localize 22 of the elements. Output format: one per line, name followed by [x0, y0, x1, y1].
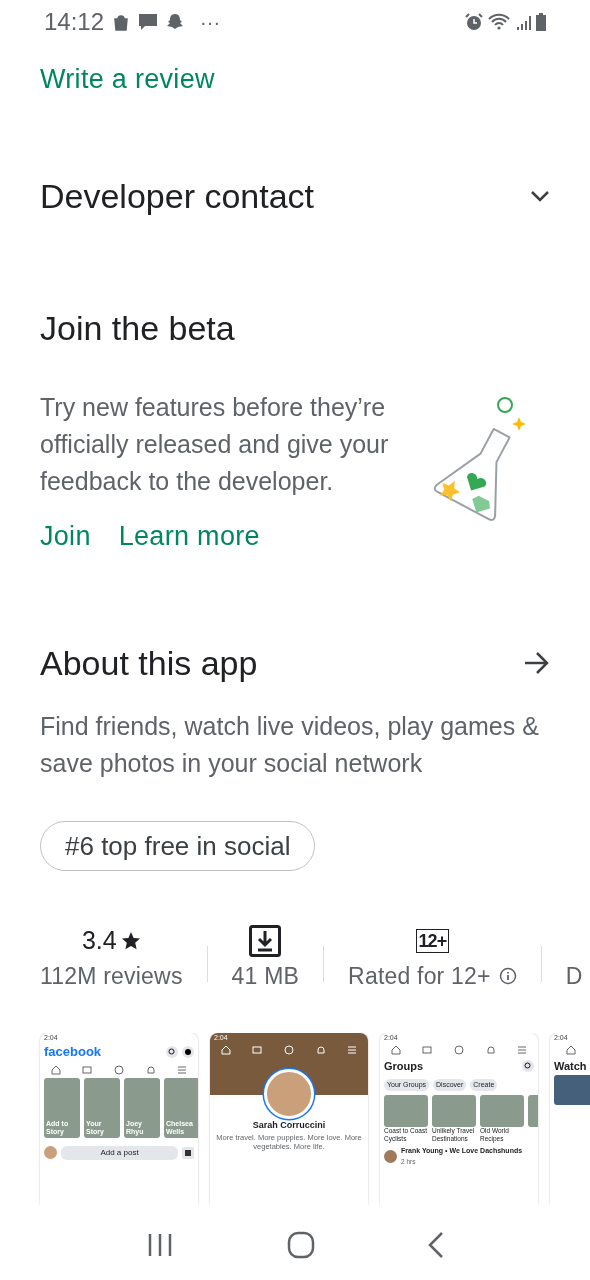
section-heading: About this app	[40, 643, 258, 684]
download-size: 41 MB	[231, 962, 300, 990]
profile-name: Sarah Corruccini	[251, 1119, 327, 1132]
beta-description: Try new features before they’re officially released and give your feedback to the developer.	[40, 392, 390, 497]
page-title: Watch	[553, 1059, 588, 1074]
ranking-chip[interactable]: #6 top free in social	[40, 821, 316, 871]
review-count: 112M reviews	[40, 962, 183, 990]
page-title: Groups	[384, 1059, 424, 1074]
section-heading: Join the beta	[40, 308, 236, 349]
stat-label: D	[565, 962, 583, 990]
rating-value: 3.4	[81, 925, 117, 957]
beta-link[interactable]: Learn more	[118, 516, 260, 556]
clock-time: 14:12	[44, 7, 105, 37]
beta-link[interactable]: Join	[40, 516, 91, 556]
write-review-link[interactable]: Write a review	[40, 59, 215, 99]
section-heading: Developer contact	[40, 176, 315, 217]
app-description: Find friends, watch live videos, play games & save photos in your social network	[40, 711, 540, 779]
app-logo: facebook	[44, 1043, 102, 1061]
content-rating: Rated for 12+	[348, 962, 491, 990]
more-notifications: ···	[200, 10, 221, 35]
age-rating-badge: 12+	[415, 929, 450, 953]
post-field[interactable]: Add a post	[61, 1145, 178, 1160]
